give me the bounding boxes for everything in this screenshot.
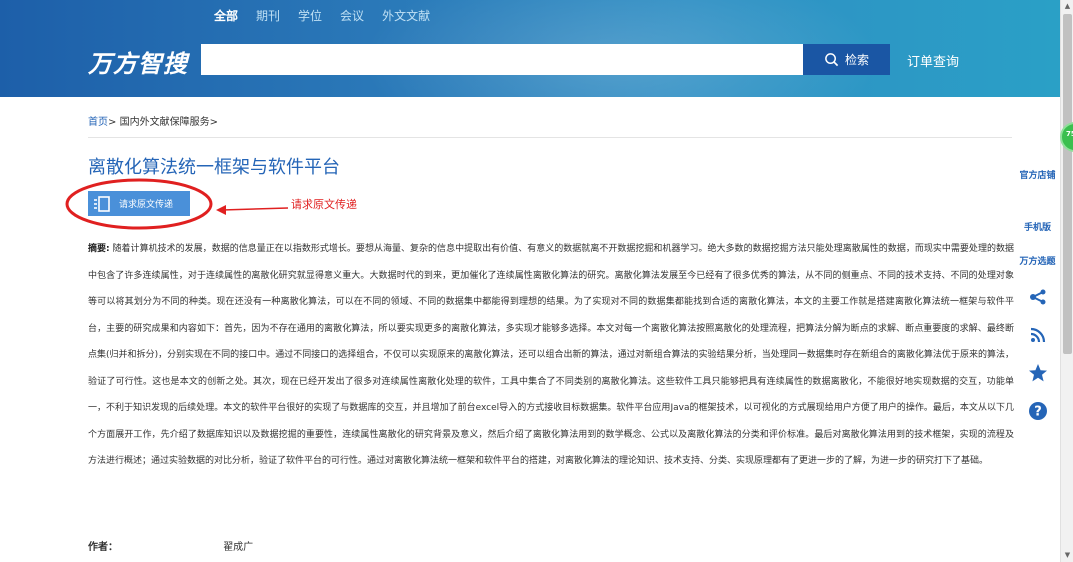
article-abstract: 摘要: 随着计算机技术的发展，数据的信息量正在以指数形式增长。要想从海量、复杂的…	[88, 236, 1014, 475]
tab-all[interactable]: 全部	[214, 8, 238, 24]
share-icon[interactable]	[1015, 278, 1060, 316]
breadcrumb-trailing-separator: >	[209, 117, 218, 128]
search-icon	[825, 53, 839, 67]
search-input[interactable]	[201, 44, 803, 75]
page-scrollbar[interactable]: ▲ ▼	[1060, 0, 1073, 562]
star-icon[interactable]	[1015, 354, 1060, 392]
search-button-label: 检索	[844, 53, 869, 67]
search-button[interactable]: 检索	[803, 44, 890, 75]
abstract-label: 摘要:	[88, 244, 110, 254]
author-row: 作者： 翟成广	[88, 538, 253, 553]
annotation-arrow-line	[221, 207, 289, 211]
rail-topic-selection[interactable]: 万方选题	[1015, 240, 1060, 278]
breadcrumb-divider	[88, 137, 1012, 138]
request-fulltext-button[interactable]: 请求原文传递	[88, 191, 190, 216]
document-delivery-icon	[94, 195, 110, 212]
breadcrumb-home[interactable]: 首页	[88, 117, 108, 128]
breadcrumb: 首页> 国内外文献保障服务>	[88, 113, 218, 128]
rail-official-store[interactable]: 官方店铺	[1015, 148, 1060, 202]
right-rail: 官方店铺 手机版 万方选题 ?	[1015, 148, 1060, 430]
abstract-text: 随着计算机技术的发展，数据的信息量正在以指数形式增长。要想从海量、复杂的信息中提…	[88, 244, 1014, 466]
rail-mobile-version[interactable]: 手机版	[1015, 202, 1060, 240]
scroll-thumb[interactable]	[1063, 14, 1072, 354]
author-label: 作者：	[88, 542, 118, 553]
site-logo[interactable]: 万方智搜	[88, 44, 188, 79]
tab-conference[interactable]: 会议	[340, 8, 364, 24]
breadcrumb-separator: >	[108, 117, 117, 128]
rss-icon[interactable]	[1015, 316, 1060, 354]
author-name[interactable]: 翟成广	[223, 542, 253, 553]
search-scope-tabs: 全部 期刊 学位 会议 外文文献	[214, 8, 448, 24]
request-fulltext-label: 请求原文传递	[119, 200, 174, 210]
search-box	[201, 44, 803, 75]
tab-journal[interactable]: 期刊	[256, 8, 280, 24]
annotation-label: 请求原文传递	[291, 198, 357, 211]
help-icon[interactable]: ?	[1015, 392, 1060, 430]
breadcrumb-current[interactable]: 国内外文献保障服务	[120, 117, 210, 128]
annotation-arrow-head	[216, 205, 226, 215]
scroll-up-arrow[interactable]: ▲	[1063, 2, 1072, 10]
article-title: 离散化算法统一框架与软件平台	[88, 157, 340, 178]
tab-degree[interactable]: 学位	[298, 8, 322, 24]
tab-foreign-literature[interactable]: 外文文献	[382, 8, 430, 24]
scroll-down-arrow[interactable]: ▼	[1063, 551, 1072, 559]
order-query-link[interactable]: 订单查询	[907, 51, 959, 70]
svg-text:?: ?	[1034, 405, 1042, 420]
